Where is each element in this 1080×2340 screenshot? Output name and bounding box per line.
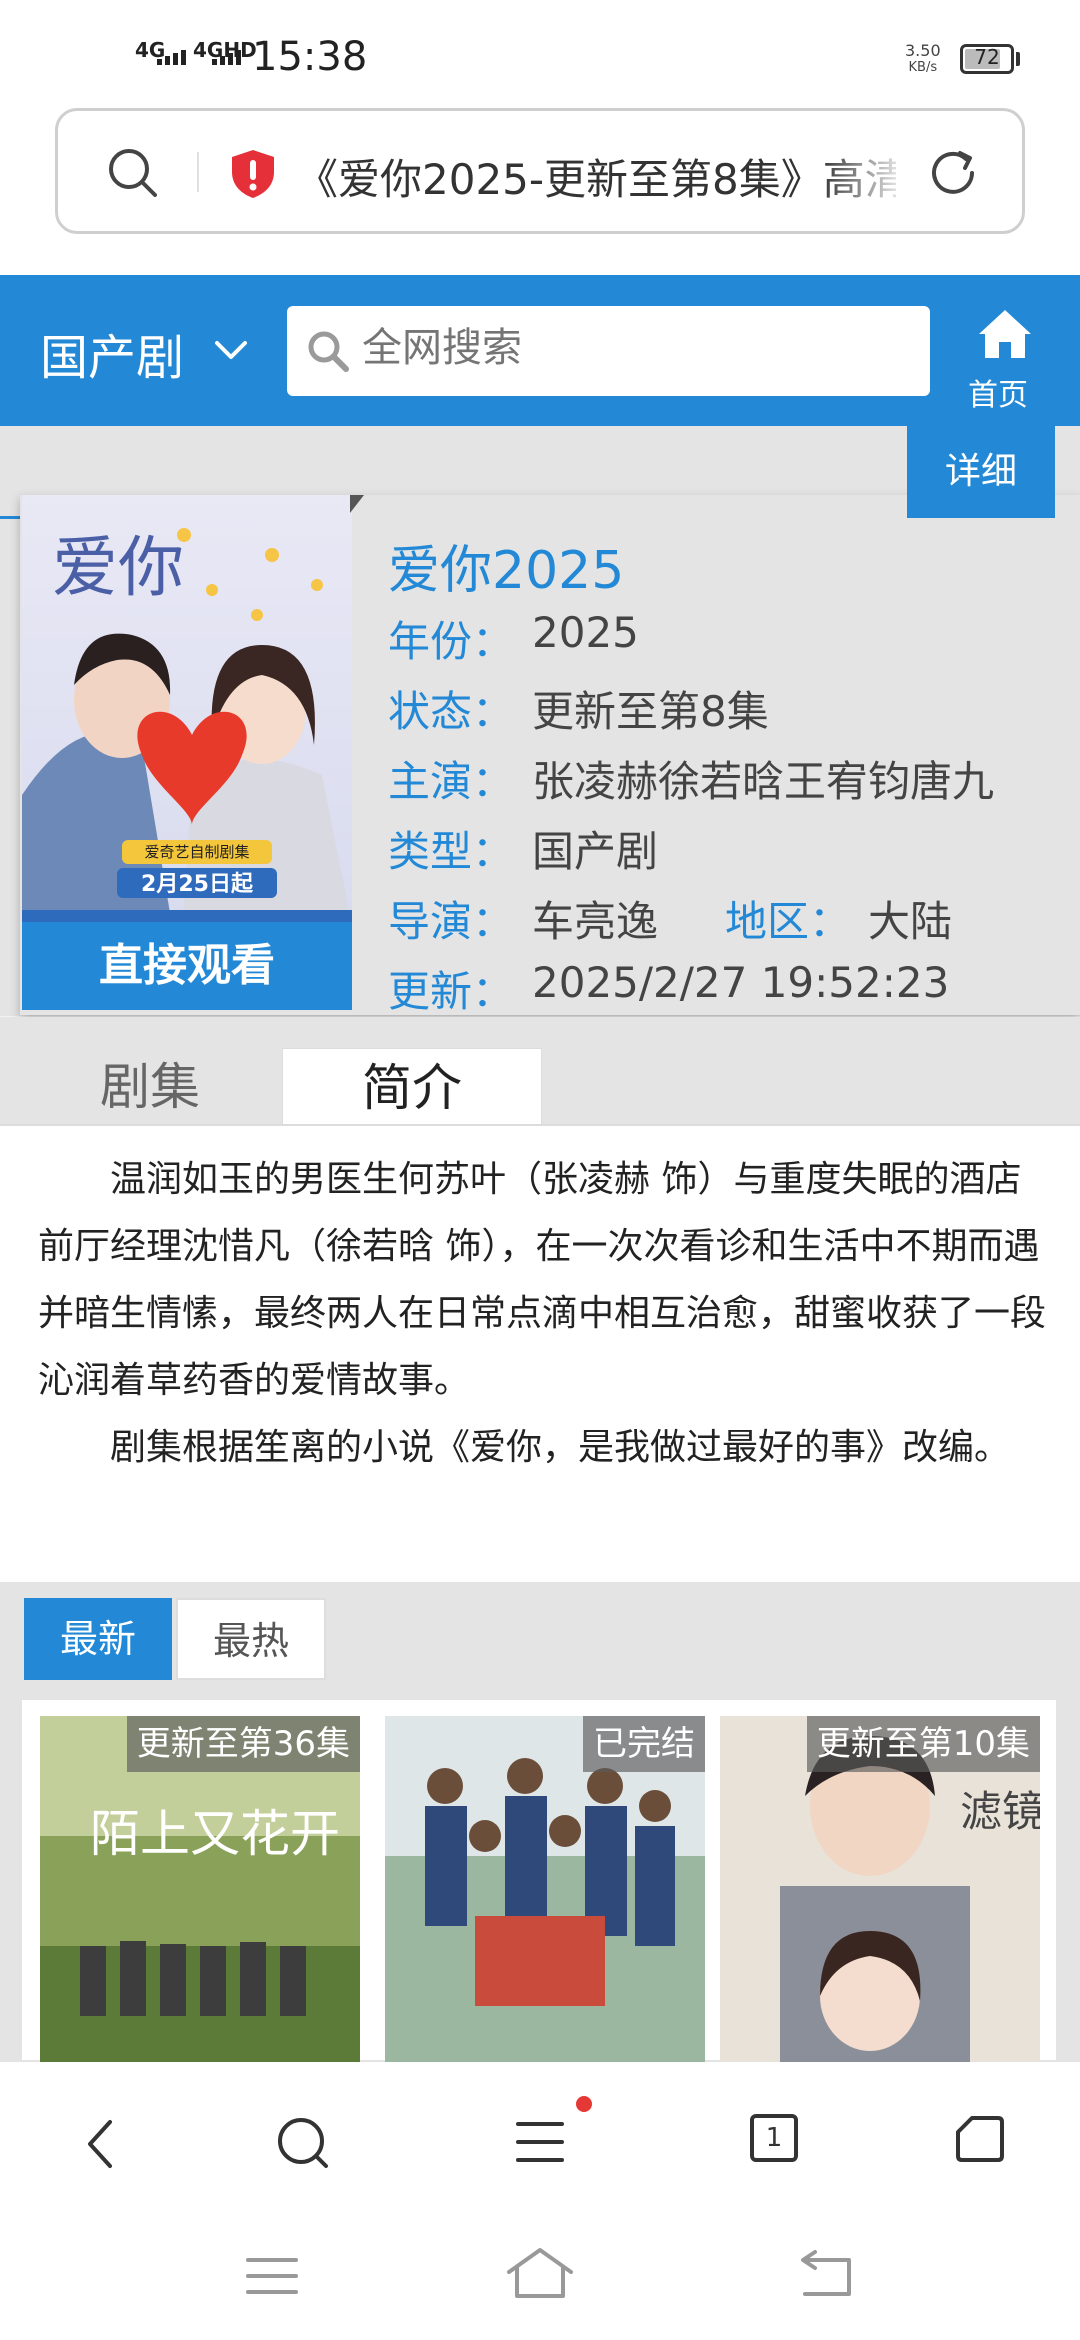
battery-percent: 72 — [974, 45, 1000, 69]
home-label[interactable]: 首页 — [968, 370, 1028, 414]
battery-tip — [1016, 52, 1020, 66]
category-dropdown[interactable]: 国产剧 — [40, 318, 184, 388]
tab-hot[interactable]: 最热 — [176, 1598, 326, 1680]
episode-badge: 更新至第36集 — [126, 1716, 360, 1772]
search-icon — [305, 328, 351, 378]
show-thumbnail[interactable]: 已完结 — [385, 1716, 705, 2076]
poster-corner-fold — [350, 495, 364, 513]
year-value: 2025 — [532, 608, 639, 657]
tab-intro[interactable]: 简介 — [282, 1048, 542, 1127]
recent-apps-icon[interactable] — [245, 2256, 299, 2300]
region-label: 地区： — [725, 897, 852, 946]
url-fade — [820, 140, 910, 210]
shield-alert-icon[interactable] — [228, 148, 278, 204]
search-icon[interactable] — [105, 145, 161, 205]
poster-badge: 爱奇艺自制剧集 — [144, 843, 249, 861]
poster-title-art: 爱你 — [52, 529, 184, 606]
updated-label: 更新： — [388, 967, 515, 1016]
tab-episodes[interactable]: 剧集 — [20, 1048, 280, 1126]
year-label: 年份： — [388, 617, 515, 666]
network-speed-unit: KB/s — [908, 60, 938, 75]
thumbnail-title-art: 滤镜 — [960, 1787, 1040, 1836]
network-speed-value: 3.50 — [905, 41, 941, 60]
notification-dot — [576, 2096, 592, 2112]
synopsis-paragraph: 剧集根据笙离的小说《爱你，是我做过最好的事》改编。 — [110, 1427, 1011, 1468]
system-back-icon[interactable] — [795, 2250, 855, 2302]
director-value: 车亮逸 — [532, 897, 659, 946]
watch-now-button[interactable]: 直接观看 — [22, 922, 352, 1010]
show-title: 爱你2025 — [388, 541, 625, 601]
network-speed: 3.50 KB/s — [905, 42, 941, 76]
search-input[interactable] — [362, 325, 902, 371]
reload-icon[interactable] — [925, 145, 981, 205]
url-text[interactable]: 《爱你2025-更新至第8集》高清 — [296, 146, 896, 207]
genre-value: 国产剧 — [532, 827, 659, 876]
back-icon[interactable] — [82, 2116, 122, 2176]
cast-value: 张凌赫徐若晗王宥钧唐九 — [532, 757, 995, 806]
search-icon[interactable] — [274, 2114, 332, 2176]
show-thumbnail[interactable]: 滤镜 更新至第10集 — [720, 1716, 1040, 2076]
episode-badge: 已完结 — [583, 1716, 705, 1772]
home-icon[interactable] — [975, 306, 1035, 366]
clock: 15:38 — [252, 34, 368, 80]
browser-home-icon[interactable] — [952, 2112, 1006, 2170]
tab-count-icon[interactable]: 1 — [750, 2114, 798, 2162]
episode-badge: 更新至第10集 — [806, 1716, 1040, 1772]
chevron-down-icon[interactable] — [213, 338, 249, 366]
cast-label: 主演： — [388, 757, 515, 806]
sim2-signal-icon — [212, 50, 241, 65]
status-label: 状态： — [388, 687, 515, 736]
address-divider — [197, 152, 199, 192]
menu-icon[interactable] — [514, 2116, 566, 2172]
synopsis-paragraph: 温润如玉的男医生何苏叶（张凌赫 饰）与重度失眠的酒店前厅经理沈惜凡（徐若晗 饰）… — [38, 1159, 1047, 1401]
tab-latest[interactable]: 最新 — [24, 1598, 172, 1680]
poster-image[interactable]: 爱你 爱奇艺自制剧集 2月25日起 — [22, 495, 352, 925]
show-thumbnail[interactable]: 陌上又花开 更新至第36集 — [40, 1716, 360, 2076]
genre-label: 类型： — [388, 827, 515, 876]
director-label: 导演： — [388, 897, 515, 946]
region-value: 大陆 — [868, 897, 953, 946]
poster-date: 2月25日起 — [141, 872, 254, 897]
detail-tab[interactable]: 详细 — [907, 426, 1055, 518]
battery-icon: 72 — [960, 44, 1014, 74]
system-home-icon[interactable] — [505, 2246, 575, 2304]
thumbnail-title-art: 陌上又花开 — [90, 1805, 340, 1863]
updated-value: 2025/2/27 19:52:23 — [532, 958, 950, 1007]
sim1-signal-icon — [157, 50, 186, 65]
synopsis-panel: 温润如玉的男医生何苏叶（张凌赫 饰）与重度失眠的酒店前厅经理沈惜凡（徐若晗 饰）… — [0, 1126, 1080, 1582]
status-value: 更新至第8集 — [532, 687, 769, 736]
